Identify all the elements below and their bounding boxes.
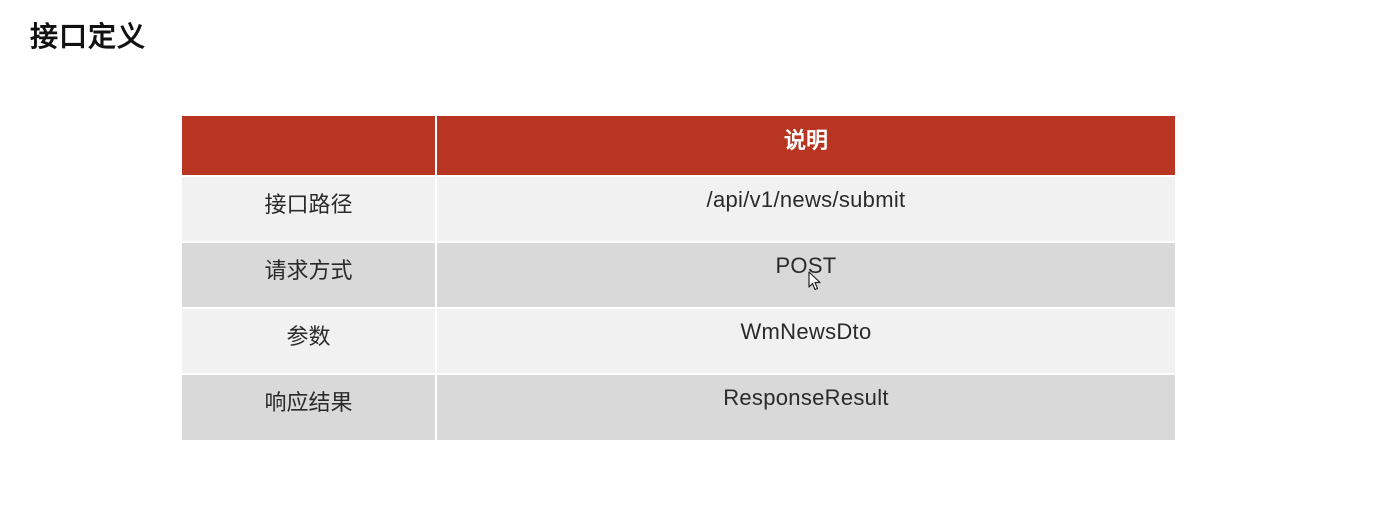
table-row: 接口路径 /api/v1/news/submit [182, 175, 1175, 242]
api-definition-table: 说明 接口路径 /api/v1/news/submit 请求方式 POST 参数… [182, 116, 1175, 440]
table-row: 响应结果 ResponseResult [182, 373, 1175, 440]
table-header-row: 说明 [182, 116, 1175, 176]
row-label-response-result: 响应结果 [182, 373, 437, 440]
row-label-api-path: 接口路径 [182, 175, 437, 242]
row-label-parameters: 参数 [182, 307, 437, 374]
table-row: 参数 WmNewsDto [182, 307, 1175, 374]
table-row: 请求方式 POST [182, 241, 1175, 308]
table-header-description-cell: 说明 [436, 116, 1175, 176]
row-value-api-path: /api/v1/news/submit [436, 175, 1175, 242]
mouse-pointer-icon [808, 271, 821, 291]
row-value-parameters: WmNewsDto [436, 307, 1175, 374]
row-label-request-method: 请求方式 [182, 241, 437, 308]
table-header-label-cell [182, 116, 437, 176]
row-value-request-method: POST [436, 241, 1175, 308]
page-title: 接口定义 [30, 20, 147, 53]
row-value-response-result: ResponseResult [436, 373, 1175, 440]
